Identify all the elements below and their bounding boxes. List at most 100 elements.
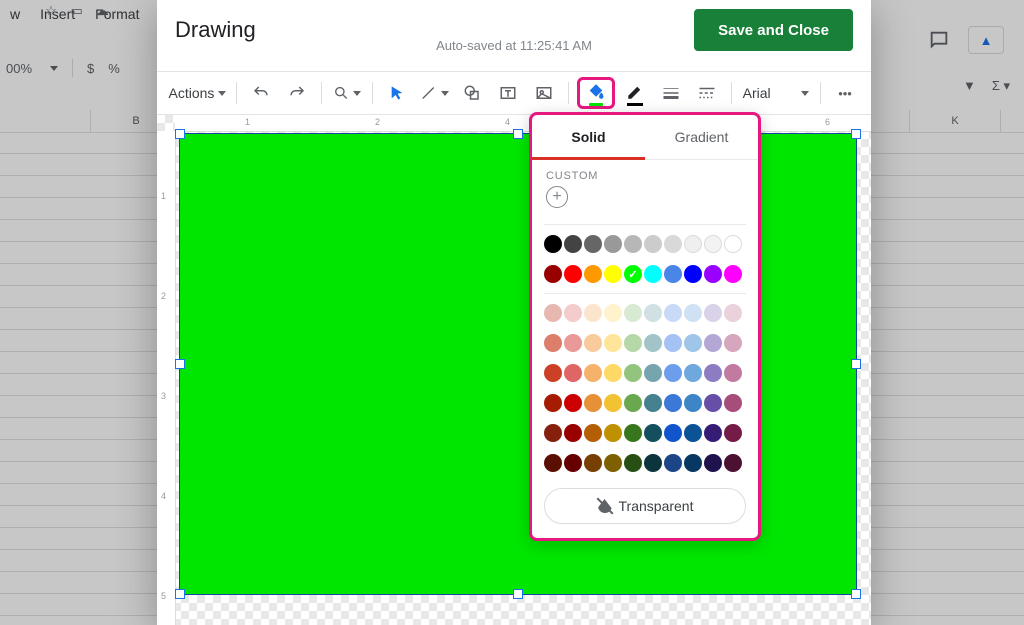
col-header[interactable]: K (910, 110, 1001, 132)
color-swatch[interactable] (724, 235, 742, 253)
color-swatch[interactable] (724, 394, 742, 412)
color-swatch[interactable] (564, 235, 582, 253)
redo-button[interactable] (281, 80, 313, 106)
color-swatch[interactable] (544, 304, 562, 322)
color-swatch[interactable] (604, 334, 622, 352)
color-swatch[interactable] (664, 424, 682, 442)
resize-handle[interactable] (175, 129, 185, 139)
color-swatch[interactable] (724, 424, 742, 442)
color-swatch[interactable] (564, 304, 582, 322)
color-swatch[interactable] (564, 424, 582, 442)
color-swatch[interactable] (604, 364, 622, 382)
comment-icon[interactable] (928, 29, 950, 51)
save-and-close-button[interactable]: Save and Close (694, 9, 853, 51)
add-custom-color-button[interactable]: + (546, 186, 568, 208)
present-icon[interactable]: ▲ (968, 26, 1004, 54)
color-swatch[interactable] (584, 394, 602, 412)
color-swatch[interactable] (644, 394, 662, 412)
fill-color-button[interactable] (577, 77, 615, 109)
tab-gradient[interactable]: Gradient (645, 115, 758, 159)
color-swatch[interactable] (704, 364, 722, 382)
resize-handle[interactable] (513, 129, 523, 139)
color-swatch[interactable] (604, 454, 622, 472)
transparent-button[interactable]: Transparent (544, 488, 746, 524)
zoom-button[interactable] (330, 80, 364, 106)
actions-menu[interactable]: Actions (167, 80, 228, 106)
col-header[interactable] (0, 110, 91, 132)
color-swatch[interactable] (704, 454, 722, 472)
color-swatch[interactable] (584, 334, 602, 352)
color-swatch[interactable] (664, 235, 682, 253)
color-swatch[interactable] (624, 424, 642, 442)
textbox-tool[interactable] (492, 80, 524, 106)
color-swatch[interactable] (584, 304, 602, 322)
color-swatch[interactable] (684, 424, 702, 442)
border-dash-button[interactable] (691, 80, 723, 106)
border-color-button[interactable] (619, 80, 651, 106)
color-swatch[interactable] (724, 265, 742, 283)
star-icon[interactable]: ☆ (40, 0, 62, 22)
color-swatch[interactable] (604, 235, 622, 253)
menu-item[interactable]: w (0, 0, 30, 28)
move-icon[interactable]: ▭ (66, 0, 88, 22)
resize-handle[interactable] (851, 359, 861, 369)
color-swatch[interactable] (684, 304, 702, 322)
color-swatch[interactable] (544, 364, 562, 382)
color-swatch[interactable] (724, 364, 742, 382)
color-swatch[interactable] (604, 424, 622, 442)
color-swatch[interactable] (544, 334, 562, 352)
select-tool[interactable] (381, 80, 413, 106)
undo-button[interactable] (245, 80, 277, 106)
color-swatch[interactable] (684, 394, 702, 412)
border-weight-button[interactable] (655, 80, 687, 106)
color-swatch[interactable] (624, 454, 642, 472)
font-picker[interactable]: Arial (740, 80, 812, 106)
color-swatch[interactable] (684, 265, 702, 283)
color-swatch[interactable] (644, 454, 662, 472)
image-tool[interactable] (528, 80, 560, 106)
color-swatch[interactable] (544, 265, 562, 283)
color-swatch[interactable] (564, 454, 582, 472)
color-swatch[interactable] (584, 265, 602, 283)
color-swatch[interactable] (684, 334, 702, 352)
line-tool[interactable] (417, 80, 451, 106)
tab-solid[interactable]: Solid (532, 115, 645, 160)
color-swatch[interactable] (704, 334, 722, 352)
color-swatch[interactable] (544, 394, 562, 412)
color-swatch[interactable] (704, 265, 722, 283)
color-swatch[interactable] (724, 334, 742, 352)
color-swatch[interactable] (644, 334, 662, 352)
color-swatch[interactable] (684, 454, 702, 472)
color-swatch[interactable] (564, 334, 582, 352)
color-swatch[interactable] (704, 394, 722, 412)
color-swatch[interactable] (644, 265, 662, 283)
color-swatch[interactable] (624, 334, 642, 352)
color-swatch[interactable] (704, 304, 722, 322)
color-swatch[interactable] (584, 364, 602, 382)
color-swatch[interactable] (664, 454, 682, 472)
color-swatch[interactable] (724, 454, 742, 472)
more-button[interactable]: ••• (829, 80, 861, 106)
canvas-area[interactable]: 1 2 4 6 1 2 3 4 5 (157, 115, 871, 625)
resize-handle[interactable] (513, 589, 523, 599)
color-swatch[interactable] (704, 235, 722, 253)
color-swatch[interactable] (664, 364, 682, 382)
resize-handle[interactable] (851, 589, 861, 599)
color-swatch[interactable] (544, 235, 562, 253)
color-swatch[interactable] (684, 364, 702, 382)
color-swatch[interactable] (624, 265, 642, 283)
currency-button[interactable]: $ (87, 61, 94, 76)
color-swatch[interactable] (584, 235, 602, 253)
color-swatch[interactable] (644, 364, 662, 382)
color-swatch[interactable] (644, 304, 662, 322)
color-swatch[interactable] (664, 334, 682, 352)
color-swatch[interactable] (664, 304, 682, 322)
color-swatch[interactable] (664, 394, 682, 412)
resize-handle[interactable] (175, 589, 185, 599)
color-swatch[interactable] (564, 364, 582, 382)
percent-button[interactable]: % (108, 61, 120, 76)
shape-tool[interactable] (456, 80, 488, 106)
color-swatch[interactable] (624, 394, 642, 412)
cloud-icon[interactable]: ☁ (91, 0, 113, 22)
color-swatch[interactable] (584, 454, 602, 472)
